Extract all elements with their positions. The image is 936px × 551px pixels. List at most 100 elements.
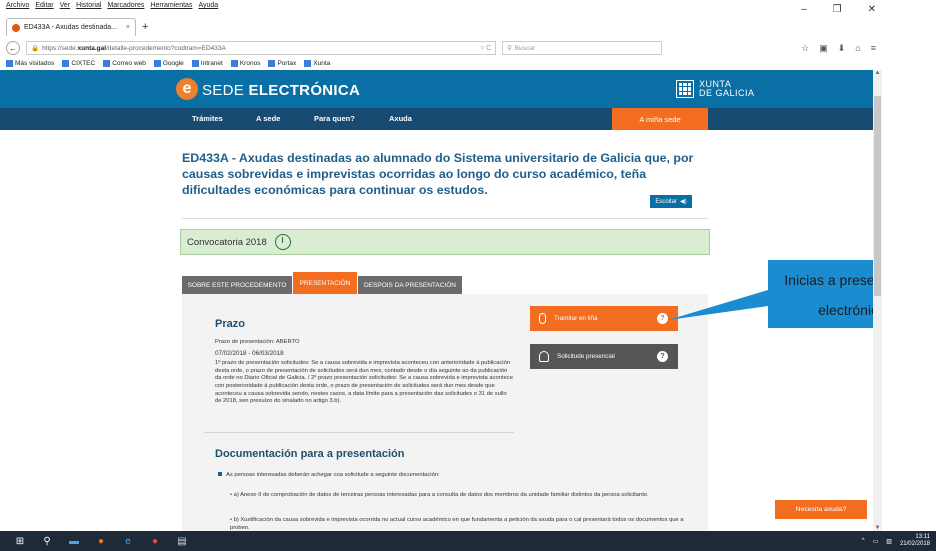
solicitude-presencial-button[interactable]: Solicitude presencial ? xyxy=(530,344,678,369)
speaker-icon: ◀) xyxy=(680,199,687,205)
network-icon[interactable]: ▭ xyxy=(873,538,879,545)
windows-start-icon[interactable]: ⊞ xyxy=(14,535,26,547)
bookmark-label: Google xyxy=(162,60,184,68)
page-scrollbar[interactable]: ▲ ▼ xyxy=(873,70,882,531)
menu-ver[interactable]: Ver xyxy=(60,2,71,12)
url-bar[interactable]: 🔒 https://sede.xunta.gal/detalle-procede… xyxy=(26,41,496,55)
necesita-axuda-button[interactable]: Necesita axuda? xyxy=(775,500,867,519)
bookmark-icon xyxy=(62,60,70,68)
firefox-icon[interactable]: ● xyxy=(95,535,107,547)
back-icon[interactable]: ← xyxy=(6,41,20,55)
bookmark-icon xyxy=(230,60,238,68)
site-header: e SEDE ELECTRÓNICA XUNTA DE GALICIA xyxy=(0,70,873,108)
tramitar-en-linha-button[interactable]: Tramitar en liña ? xyxy=(530,306,678,331)
bookmark-portax[interactable]: Portax xyxy=(268,60,296,68)
bookmark-star-icon[interactable]: ☆ xyxy=(801,43,809,54)
section-rule xyxy=(204,432,514,433)
nav-para-quen[interactable]: Para quen? xyxy=(314,114,355,123)
scroll-up-icon[interactable]: ▲ xyxy=(873,70,882,76)
doc-intro: As persoas interesadas deberán achegar c… xyxy=(218,472,688,480)
bookmark-correo[interactable]: Correo web xyxy=(103,60,146,68)
taskbar-clock[interactable]: 13:11 21/02/2018 xyxy=(900,534,930,548)
doc-item-a: • a) Anexo II de comprobación de datos d… xyxy=(230,492,649,498)
brand-bold: ELECTRÓNICA xyxy=(248,82,361,99)
help-question-icon[interactable]: ? xyxy=(657,351,668,362)
doc-item-b: • b) Xustificación da causa sobrevida e … xyxy=(230,517,684,531)
url-text: https://sede.xunta.gal/detalle-procedeme… xyxy=(42,45,226,52)
url-prefix: https://sede. xyxy=(42,44,78,52)
xunta-line2: DE GALICIA xyxy=(699,88,755,98)
tab-close-icon[interactable]: × xyxy=(126,24,130,31)
tab-presentacion[interactable]: PRESENTACIÓN xyxy=(293,272,357,294)
menu-marcadores[interactable]: Marcadores xyxy=(107,2,144,12)
nav-a-sede[interactable]: A sede xyxy=(256,114,280,123)
nav-axuda[interactable]: Axuda xyxy=(389,114,412,123)
bookmark-xunta[interactable]: Xunta xyxy=(304,60,330,68)
bookmark-label: Intranet xyxy=(200,60,223,68)
stopwatch-icon xyxy=(274,234,291,250)
chrome-icon[interactable]: ● xyxy=(149,535,161,547)
doc-item-b-text: b) Xustificación da causa sobrevida e im… xyxy=(230,517,684,531)
bookmark-mas-visitados[interactable]: Más visitados xyxy=(6,60,55,68)
prazo-status: Prazo de presentación: ABERTO xyxy=(215,339,300,345)
search-input[interactable]: ⚲ Buscar xyxy=(502,41,662,55)
search-placeholder: Buscar xyxy=(514,44,535,52)
tray-chevron-icon[interactable]: ^ xyxy=(862,538,865,544)
bookmark-icon xyxy=(268,60,276,68)
menu-ayuda[interactable]: Ayuda xyxy=(198,2,218,12)
menu-icon[interactable]: ≡ xyxy=(871,43,876,54)
prazo-text: 1º prazo de presentación solicitudes: Se… xyxy=(215,360,513,405)
tab-despois-presentacion[interactable]: DESPOIS DA PRESENTACIÓN xyxy=(358,276,462,294)
help-question-icon[interactable]: ? xyxy=(657,313,668,324)
menu-historial[interactable]: Historial xyxy=(76,2,101,12)
mouse-icon xyxy=(539,313,546,324)
tab-strip: ED433A - Axudas destinada... × + xyxy=(0,14,882,38)
bookmark-icon xyxy=(153,60,161,68)
bookmark-icon xyxy=(103,60,111,68)
sede-logo-icon[interactable]: e xyxy=(176,78,198,100)
notification-icon[interactable]: ▥ xyxy=(886,538,892,545)
bookmark-icon xyxy=(6,60,13,68)
menu-archivo[interactable]: Archivo xyxy=(6,2,29,12)
browser-tab-title: ED433A - Axudas destinada... xyxy=(24,24,118,31)
clipboard-icon[interactable]: ▣ xyxy=(819,43,828,54)
convocatoria-banner: Convocatoria 2018 xyxy=(180,229,710,255)
bookmark-label: CIXTEC xyxy=(71,60,96,68)
taskbar-search-icon[interactable]: ⚲ xyxy=(41,535,53,547)
presencial-label: Solicitude presencial xyxy=(557,353,615,360)
bookmark-google[interactable]: Google xyxy=(153,60,184,68)
doc-intro-text: As persoas interesadas deberán achegar c… xyxy=(226,472,440,478)
page-title: ED433A - Axudas destinadas ao alumnado d… xyxy=(182,151,694,197)
nav-tramites[interactable]: Trámites xyxy=(192,114,223,123)
toolbar-icons: ☆ ▣ ⬇ ⌂ ≡ xyxy=(801,43,876,54)
bookmark-intranet[interactable]: Intranet xyxy=(191,60,223,68)
lock-icon: 🔒 xyxy=(31,45,40,52)
clock-time: 13:11 xyxy=(915,534,930,540)
tab-sobre-procedemento[interactable]: SOBRE ESTE PROCEDEMENTO xyxy=(182,276,292,294)
bookmark-cixtec[interactable]: CIXTEC xyxy=(62,60,96,68)
edge-icon[interactable]: e xyxy=(122,535,134,547)
prazo-heading: Prazo xyxy=(215,318,245,330)
bookmark-icon xyxy=(304,60,312,68)
xunta-logo[interactable]: XUNTA DE GALICIA xyxy=(676,80,755,98)
tramitar-label: Tramitar en liña xyxy=(554,315,598,322)
site-brand[interactable]: SEDE ELECTRÓNICA xyxy=(202,82,360,99)
listen-button[interactable]: Escoitar ◀) xyxy=(650,195,692,208)
bookmark-kronos[interactable]: Kronos xyxy=(230,60,260,68)
new-tab-icon[interactable]: + xyxy=(142,21,148,33)
browser-tab[interactable]: ED433A - Axudas destinada... × xyxy=(6,18,136,36)
doc-item-a-text: a) Anexo II de comprobación de datos de … xyxy=(233,492,649,498)
home-icon[interactable]: ⌂ xyxy=(855,43,860,54)
task-view-icon[interactable]: ▬ xyxy=(68,535,80,547)
my-sede-button[interactable]: A miña sede xyxy=(612,108,708,130)
favicon-icon xyxy=(12,23,20,32)
convocatoria-label: Convocatoria 2018 xyxy=(187,236,267,248)
menu-herramientas[interactable]: Herramientas xyxy=(150,2,192,12)
scroll-thumb[interactable] xyxy=(874,96,881,296)
bookmark-label: Más visitados xyxy=(15,60,55,68)
reload-icon[interactable]: ▿ C xyxy=(480,44,491,52)
menu-editar[interactable]: Editar xyxy=(35,2,53,12)
document-icon[interactable]: ▤ xyxy=(176,535,188,547)
xunta-logo-text: XUNTA DE GALICIA xyxy=(699,80,755,98)
download-icon[interactable]: ⬇ xyxy=(838,43,846,54)
